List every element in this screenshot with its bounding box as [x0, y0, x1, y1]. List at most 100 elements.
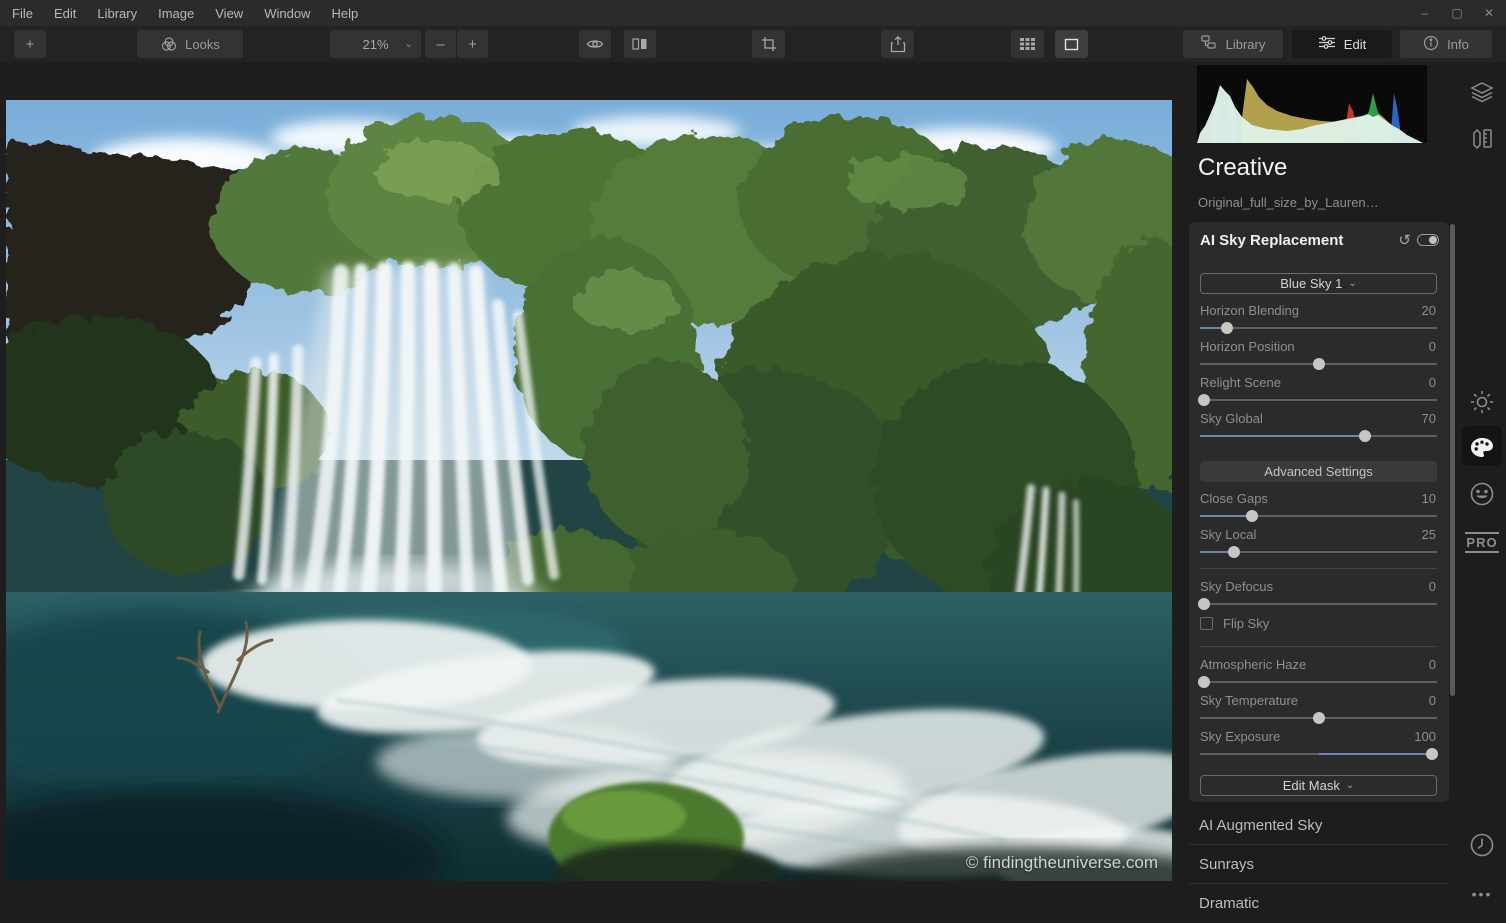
- reset-icon[interactable]: ↺: [1398, 231, 1411, 249]
- flip-sky-label: Flip Sky: [1223, 616, 1269, 631]
- edit-tools-icon[interactable]: [1458, 118, 1506, 158]
- menu-window[interactable]: Window: [264, 6, 310, 21]
- slider-thumb[interactable]: [1313, 712, 1325, 724]
- zoom-level-select[interactable]: 21% ⌄: [330, 30, 421, 58]
- horizon-blending-slider[interactable]: [1200, 322, 1437, 334]
- pro-label: PRO: [1465, 532, 1498, 553]
- zoom-out-button[interactable]: –: [425, 30, 456, 58]
- slider-thumb[interactable]: [1228, 546, 1240, 558]
- slider-thumb[interactable]: [1221, 322, 1233, 334]
- sky-temperature-slider[interactable]: [1200, 712, 1437, 724]
- sky-preset-select[interactable]: Blue Sky 1 ⌄: [1200, 273, 1437, 294]
- menu-file[interactable]: File: [12, 6, 33, 21]
- tab-info[interactable]: Info: [1400, 30, 1492, 58]
- preview-toggle-button[interactable]: [579, 30, 611, 58]
- creative-palette-icon[interactable]: [1458, 428, 1506, 468]
- slider-label: Relight Scene: [1200, 375, 1281, 390]
- histogram[interactable]: [1197, 65, 1427, 143]
- maximize-button[interactable]: ▢: [1450, 6, 1464, 20]
- advanced-settings-button[interactable]: Advanced Settings: [1200, 461, 1437, 482]
- essentials-sun-icon[interactable]: [1458, 382, 1506, 422]
- slider-value: 20: [1422, 303, 1436, 318]
- menu-help[interactable]: Help: [331, 6, 358, 21]
- close-gaps-slider[interactable]: [1200, 510, 1437, 522]
- minus-icon: –: [436, 36, 444, 53]
- sky-local-slider[interactable]: [1200, 546, 1437, 558]
- menu-image[interactable]: Image: [158, 6, 194, 21]
- looks-icon: [160, 36, 178, 52]
- tool-sunrays[interactable]: Sunrays: [1189, 845, 1449, 884]
- slider-value: 0: [1429, 579, 1436, 594]
- waterfall-scene: [6, 100, 1172, 881]
- slider-value: 0: [1429, 375, 1436, 390]
- slider-thumb[interactable]: [1198, 598, 1210, 610]
- gallery-view-button[interactable]: [1011, 30, 1044, 58]
- zoom-in-button[interactable]: +: [457, 30, 488, 58]
- slider-thumb[interactable]: [1246, 510, 1258, 522]
- slider-thumb[interactable]: [1313, 358, 1325, 370]
- divider: [1200, 646, 1437, 647]
- close-button[interactable]: ✕: [1482, 6, 1496, 20]
- photo-waterfall[interactable]: © findingtheuniverse.com: [6, 100, 1172, 881]
- slider-value: 10: [1422, 491, 1436, 506]
- menu-library[interactable]: Library: [97, 6, 137, 21]
- slider-thumb[interactable]: [1426, 748, 1438, 760]
- slider-label: Sky Global: [1200, 411, 1263, 426]
- slider-thumb[interactable]: [1359, 430, 1371, 442]
- minimize-button[interactable]: –: [1418, 6, 1432, 20]
- atmospheric-haze-slider[interactable]: [1200, 676, 1437, 688]
- crop-icon: [761, 36, 777, 52]
- add-photo-button[interactable]: +: [14, 30, 46, 58]
- advanced-settings-label: Advanced Settings: [1264, 464, 1372, 479]
- edit-mask-button[interactable]: Edit Mask ⌄: [1200, 775, 1437, 796]
- divider: [1200, 568, 1437, 569]
- plus-icon: +: [26, 36, 35, 53]
- history-clock-icon[interactable]: [1458, 825, 1506, 865]
- menu-view[interactable]: View: [215, 6, 243, 21]
- tool-ai-augmented-sky[interactable]: AI Augmented Sky: [1189, 806, 1449, 845]
- relight-scene-slider[interactable]: [1200, 394, 1437, 406]
- zoom-value: 21%: [362, 37, 388, 52]
- menu-bar: File Edit Library Image View Window Help…: [0, 0, 1506, 26]
- section-title: Creative: [1198, 154, 1287, 182]
- toggle-knob: [1429, 236, 1437, 244]
- professional-tools-icon[interactable]: PRO: [1458, 522, 1506, 562]
- compare-button[interactable]: [624, 30, 656, 58]
- toolbar: + Looks 21% ⌄ – +: [0, 26, 1506, 62]
- slider-label: Sky Temperature: [1200, 693, 1298, 708]
- filename-label[interactable]: Original_full_size_by_Lauren…: [1198, 195, 1379, 210]
- tool-category-rail: PRO •••: [1458, 62, 1506, 920]
- slider-label: Atmospheric Haze: [1200, 657, 1306, 672]
- ai-sky-replacement-panel: AI Sky Replacement ↺ Blue Sky 1 ⌄ Horizo…: [1189, 222, 1449, 802]
- more-options-icon[interactable]: •••: [1458, 874, 1506, 914]
- tab-edit[interactable]: Edit: [1292, 30, 1392, 58]
- layers-icon[interactable]: [1458, 72, 1506, 112]
- edit-mask-label: Edit Mask: [1283, 778, 1340, 793]
- flip-sky-checkbox-row[interactable]: Flip Sky: [1200, 616, 1269, 631]
- looks-button[interactable]: Looks: [137, 30, 243, 58]
- export-button[interactable]: [881, 30, 914, 58]
- menu-edit[interactable]: Edit: [54, 6, 76, 21]
- slider-value: 70: [1422, 411, 1436, 426]
- ellipsis-glyph: •••: [1472, 886, 1493, 902]
- tab-library[interactable]: Library: [1183, 30, 1283, 58]
- panel-scrollbar[interactable]: [1450, 224, 1455, 696]
- slider-value: 0: [1429, 693, 1436, 708]
- slider-label: Sky Exposure: [1200, 729, 1280, 744]
- window-controls: – ▢ ✕: [1418, 0, 1496, 26]
- single-view-button[interactable]: [1055, 30, 1088, 58]
- sky-exposure-slider[interactable]: [1200, 748, 1437, 760]
- info-icon: [1423, 35, 1439, 54]
- checkbox-icon[interactable]: [1200, 617, 1213, 630]
- grid-view-icon: [1020, 37, 1035, 51]
- sky-defocus-slider[interactable]: [1200, 598, 1437, 610]
- single-view-icon: [1064, 38, 1079, 51]
- tool-dramatic[interactable]: Dramatic: [1189, 884, 1449, 923]
- slider-thumb[interactable]: [1198, 676, 1210, 688]
- sky-global-slider[interactable]: [1200, 430, 1437, 442]
- horizon-position-slider[interactable]: [1200, 358, 1437, 370]
- portrait-smiley-icon[interactable]: [1458, 474, 1506, 514]
- panel-enable-toggle[interactable]: [1417, 234, 1439, 246]
- crop-button[interactable]: [752, 30, 785, 58]
- slider-thumb[interactable]: [1198, 394, 1210, 406]
